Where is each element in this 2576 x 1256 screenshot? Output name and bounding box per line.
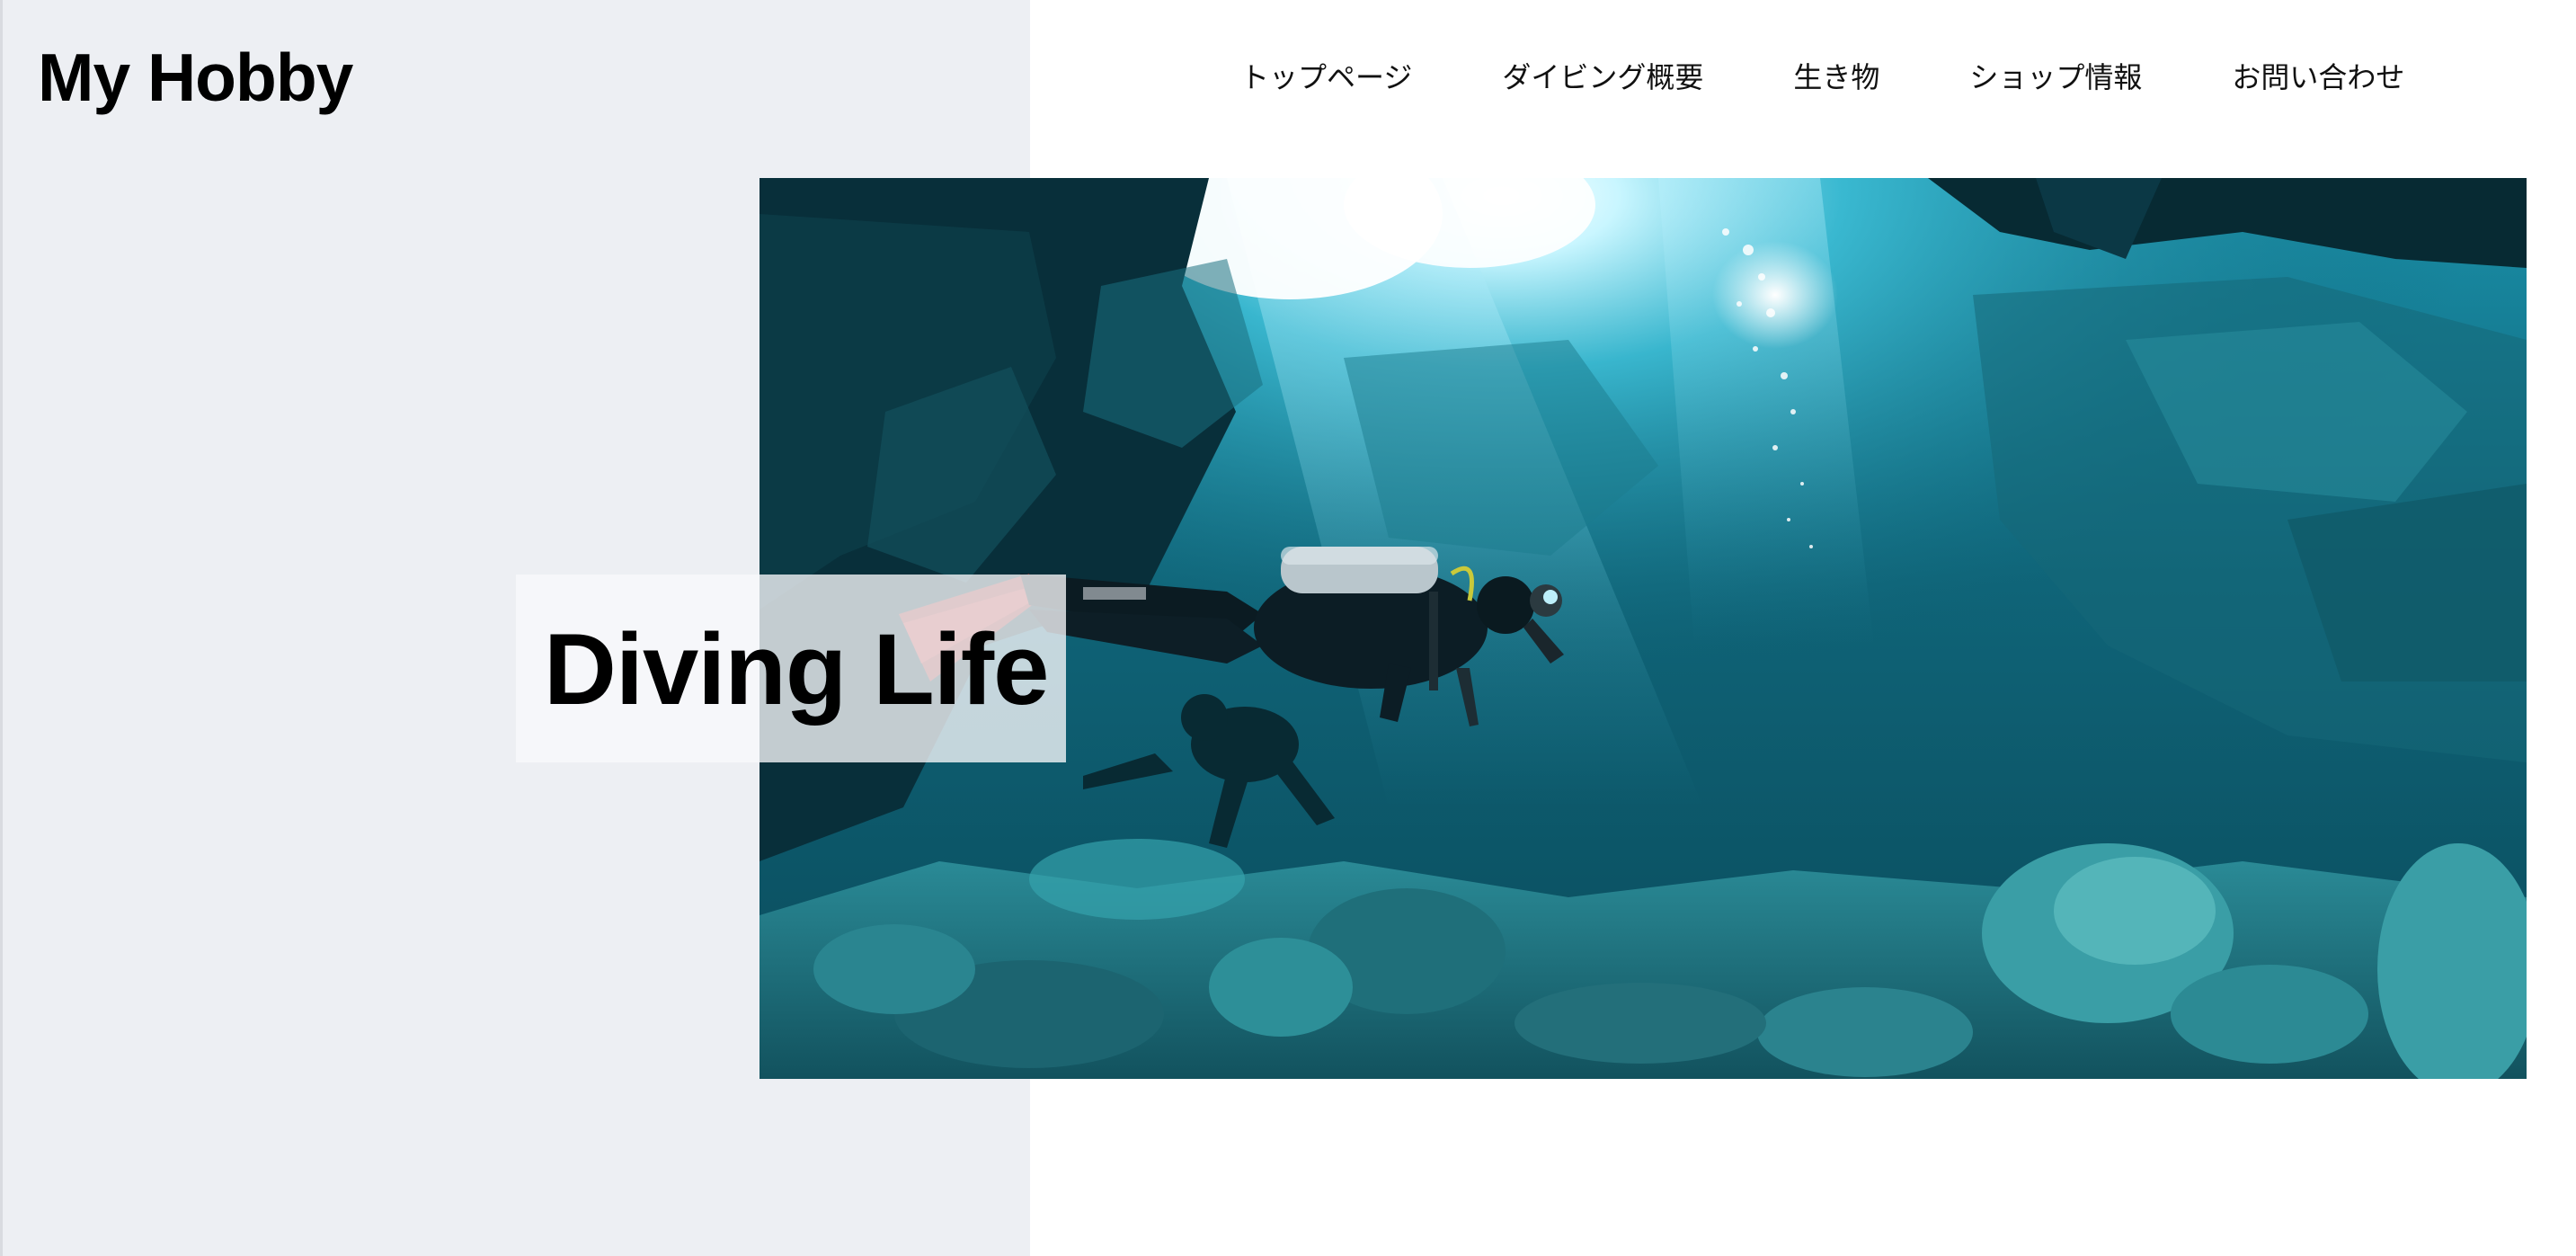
main-nav: トップページ ダイビング概要 生き物 ショップ情報 お問い合わせ <box>1240 52 2404 102</box>
hero-heading: Diving Life <box>544 613 1049 726</box>
nav-item-shop-info[interactable]: ショップ情報 <box>1969 52 2142 102</box>
nav-item-top-page[interactable]: トップページ <box>1240 52 1412 102</box>
nav-item-diving-overview[interactable]: ダイビング概要 <box>1502 52 1703 102</box>
left-edge-line <box>0 0 3 1256</box>
page: My Hobby トップページ ダイビング概要 生き物 ショップ情報 お問い合わ… <box>0 0 2576 1256</box>
nav-item-contact[interactable]: お問い合わせ <box>2232 52 2404 102</box>
nav-item-creatures[interactable]: 生き物 <box>1793 52 1879 102</box>
site-title[interactable]: My Hobby <box>38 34 353 120</box>
